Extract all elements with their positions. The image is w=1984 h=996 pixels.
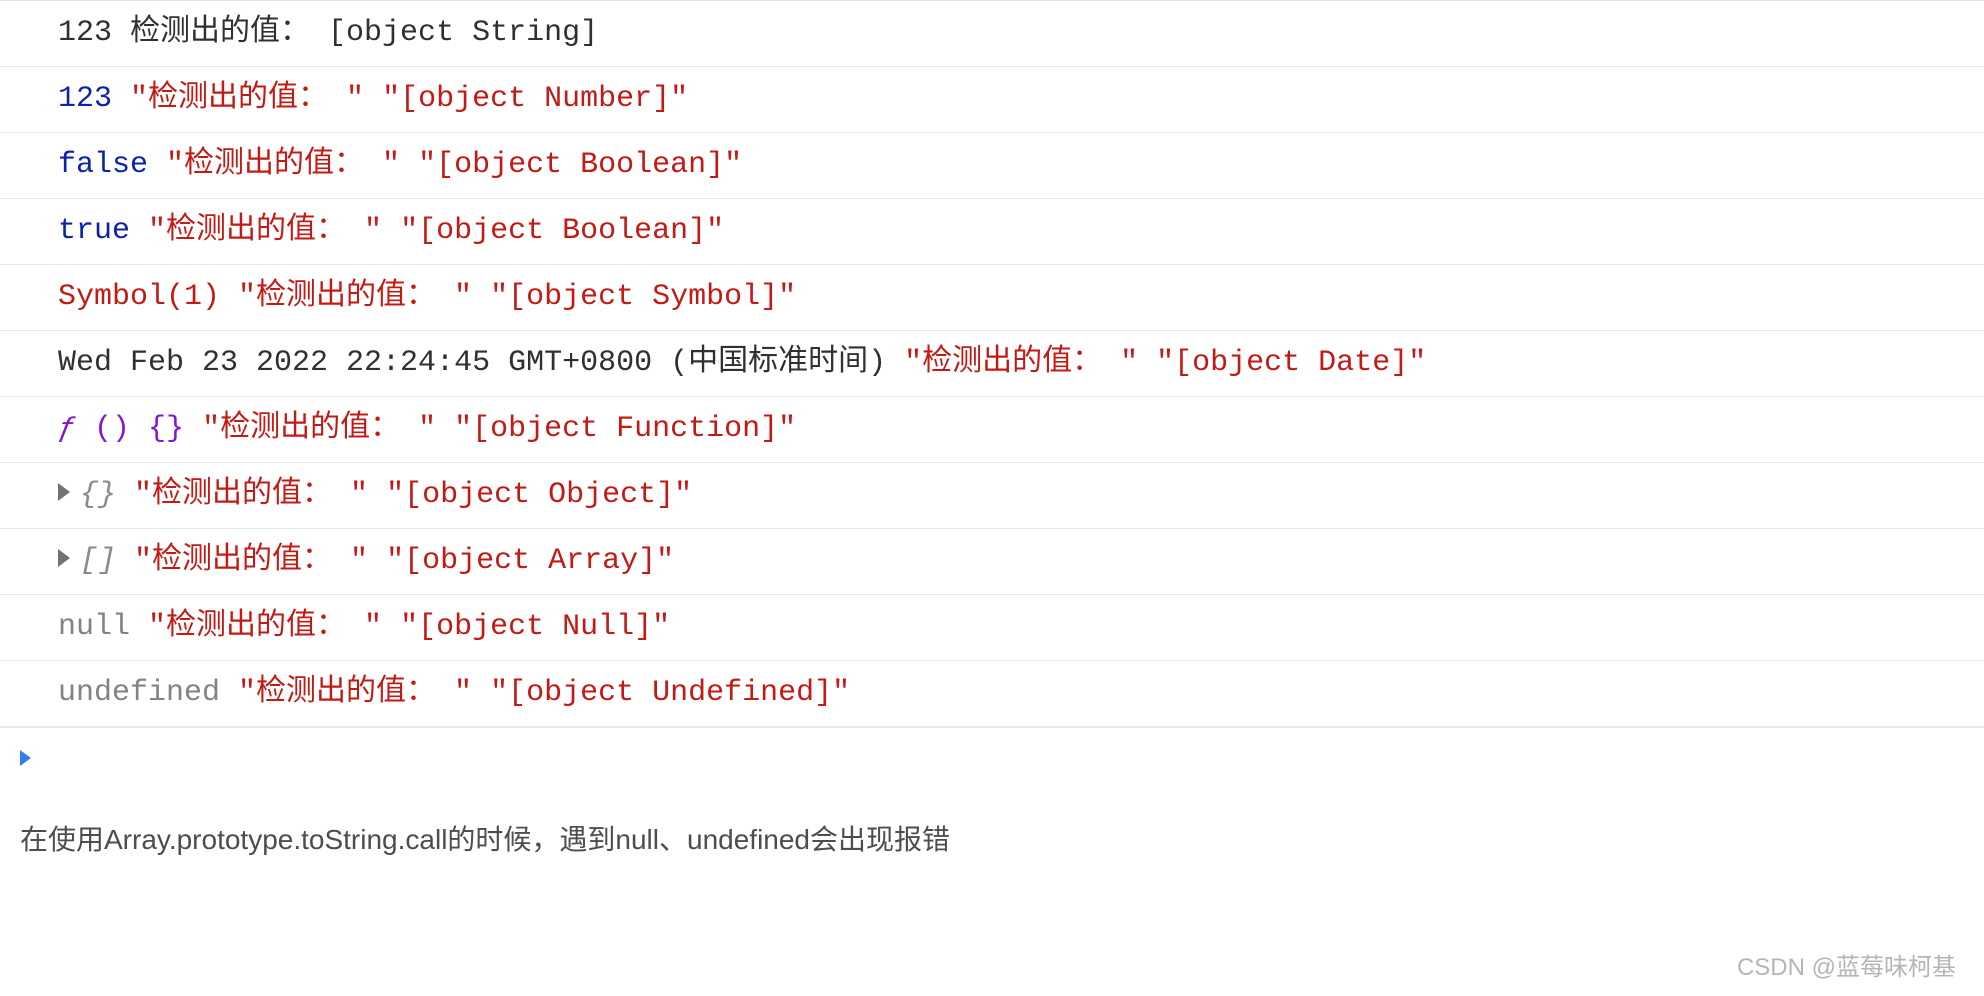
function-f-icon: ƒ: [58, 412, 76, 446]
log-value: undefined: [58, 676, 220, 710]
log-label: "检测出的值： ": [134, 544, 368, 578]
log-label: "检测出的值： ": [238, 280, 472, 314]
log-value: Symbol(1): [58, 280, 220, 314]
console-log-row: [] "检测出的值： " "[object Array]": [0, 529, 1984, 595]
log-value: 123: [58, 82, 112, 116]
log-result: "[object Symbol]": [490, 280, 796, 314]
log-value: Wed Feb 23 2022 22:24:45 GMT+0800 (中国标准时…: [58, 346, 886, 380]
console-log-row: Wed Feb 23 2022 22:24:45 GMT+0800 (中国标准时…: [0, 331, 1984, 397]
log-label: "检测出的值： ": [166, 148, 400, 182]
log-result: "[object Boolean]": [418, 148, 742, 182]
console-log-row: Symbol(1) "检测出的值： " "[object Symbol]": [0, 265, 1984, 331]
console-log-row: ƒ () {} "检测出的值： " "[object Function]": [0, 397, 1984, 463]
expand-triangle-icon[interactable]: [58, 483, 70, 501]
log-result: "[object Array]": [386, 544, 674, 578]
log-result: "[object Number]": [382, 82, 688, 116]
expand-triangle-icon[interactable]: [58, 549, 70, 567]
console-log-row: false "检测出的值： " "[object Boolean]": [0, 133, 1984, 199]
console-log-row: null "检测出的值： " "[object Null]": [0, 595, 1984, 661]
console-log-row: undefined "检测出的值： " "[object Undefined]": [0, 661, 1984, 727]
log-label: "检测出的值： ": [904, 346, 1138, 380]
log-label: "检测出的值： ": [134, 478, 368, 512]
log-value: false: [58, 148, 148, 182]
console-output: 123 检测出的值： [object String] 123 "检测出的值： "…: [0, 0, 1984, 790]
console-prompt[interactable]: [0, 727, 1984, 790]
log-label: 检测出的值：: [130, 16, 328, 50]
log-value: true: [58, 214, 130, 248]
prompt-chevron-icon: [20, 750, 31, 766]
log-result: "[object Object]": [386, 478, 692, 512]
log-value: 123: [58, 16, 112, 50]
log-label: "检测出的值： ": [148, 214, 382, 248]
log-result: "[object Null]": [400, 610, 670, 644]
log-result: "[object Function]": [454, 412, 796, 446]
log-value[interactable]: {}: [80, 478, 116, 512]
log-label: "检测出的值： ": [130, 82, 364, 116]
console-log-row: true "检测出的值： " "[object Boolean]": [0, 199, 1984, 265]
log-result: [object String]: [328, 16, 598, 50]
log-label: "检测出的值： ": [202, 412, 436, 446]
watermark-text: CSDN @蓝莓味柯基: [1737, 947, 1956, 982]
log-value: null: [58, 610, 130, 644]
log-label: "检测出的值： ": [238, 676, 472, 710]
log-value[interactable]: []: [80, 544, 116, 578]
console-log-row: {} "检测出的值： " "[object Object]": [0, 463, 1984, 529]
log-result: "[object Date]": [1156, 346, 1426, 380]
log-label: "检测出的值： ": [148, 610, 382, 644]
log-value: () {}: [76, 412, 184, 446]
article-paragraph: 在使用Array.prototype.toString.call的时候，遇到nu…: [0, 790, 1984, 858]
log-result: "[object Boolean]": [400, 214, 724, 248]
console-log-row: 123 检测出的值： [object String]: [0, 0, 1984, 67]
log-result: "[object Undefined]": [490, 676, 850, 710]
console-log-row: 123 "检测出的值： " "[object Number]": [0, 67, 1984, 133]
